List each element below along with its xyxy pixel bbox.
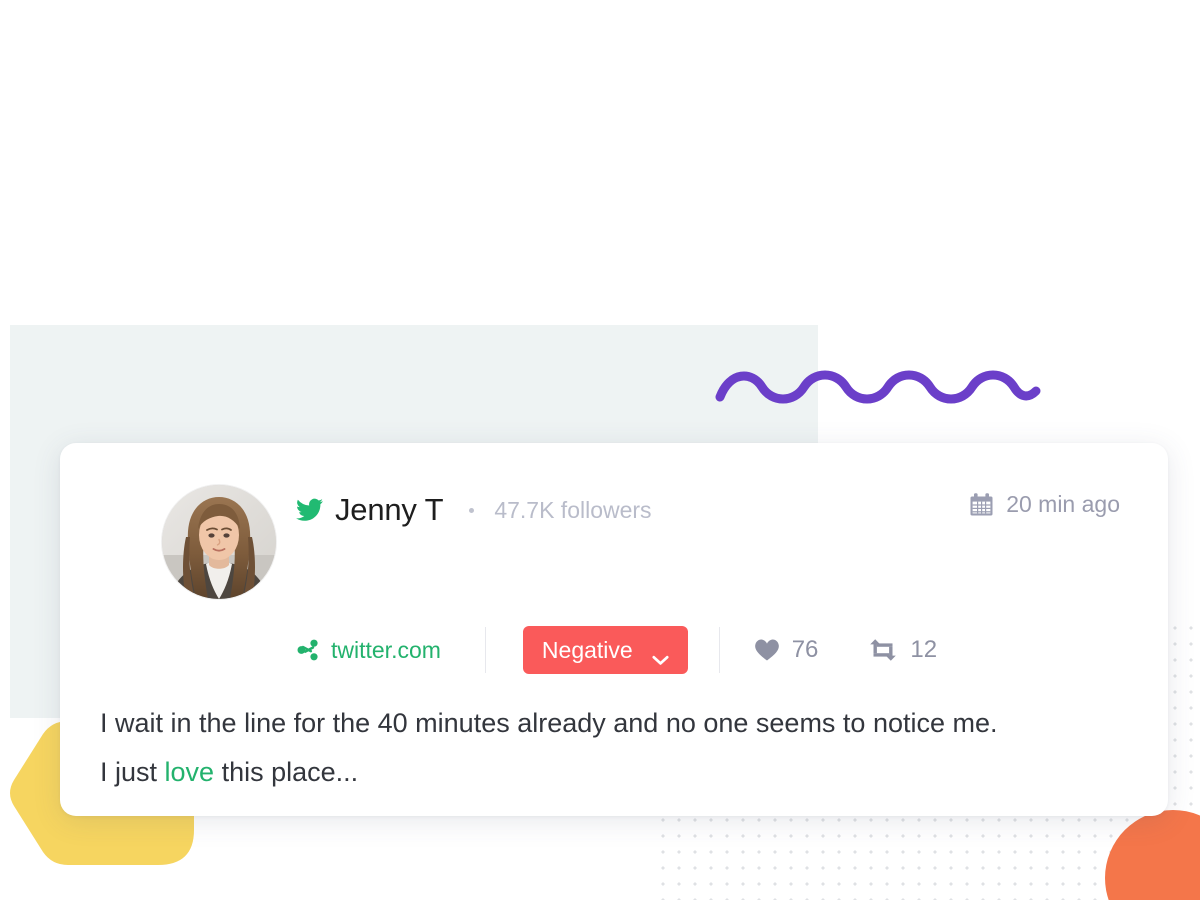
social-post-card[interactable]: Jenny T 47.7K followers 20 min ago twitt… [60,443,1168,816]
post-text-line-2: I just love this place... [100,748,1128,797]
post-timestamp: 20 min ago [969,491,1120,518]
divider-left [484,627,486,673]
retweet-icon [868,638,898,662]
heart-icon [754,638,780,662]
highlighted-keyword: love [164,757,215,787]
likes-count: 76 [791,636,819,663]
post-text-prefix: I just [100,757,165,787]
post-meta-row: twitter.com Negative 76 12 [296,619,1128,681]
retweets-stat[interactable]: 12 [868,636,937,664]
follower-count: 47.7K followers [494,496,652,523]
sentiment-label: Negative [541,636,633,663]
author-meta: Jenny T 47.7K followers 20 min ago [296,485,1128,535]
source-link[interactable]: twitter.com [296,637,441,664]
post-text-suffix: this place... [214,757,359,787]
meta-separator-dot [469,507,475,513]
retweets-count: 12 [910,636,938,663]
likes-stat[interactable]: 76 [754,636,819,664]
card-content: Jenny T 47.7K followers 20 min ago twitt… [60,443,1168,816]
share-nodes-icon [296,638,320,662]
post-header: Jenny T 47.7K followers 20 min ago [100,485,1128,607]
purple-wave-decoration [714,363,1044,411]
calendar-icon [969,492,994,517]
chevron-down-icon [652,645,669,665]
avatar[interactable] [162,485,276,599]
sentiment-dropdown-button[interactable]: Negative [522,626,688,674]
twitter-bird-icon [296,496,324,524]
post-text-line-1: I wait in the line for the 40 minutes al… [100,708,998,738]
divider-right [718,627,720,673]
author-name: Jenny T [335,492,444,527]
timestamp-label: 20 min ago [1006,491,1120,517]
page-canvas: Jenny T 47.7K followers 20 min ago twitt… [0,0,1200,900]
post-text: I wait in the line for the 40 minutes al… [100,699,1128,797]
source-domain: twitter.com [331,636,441,663]
